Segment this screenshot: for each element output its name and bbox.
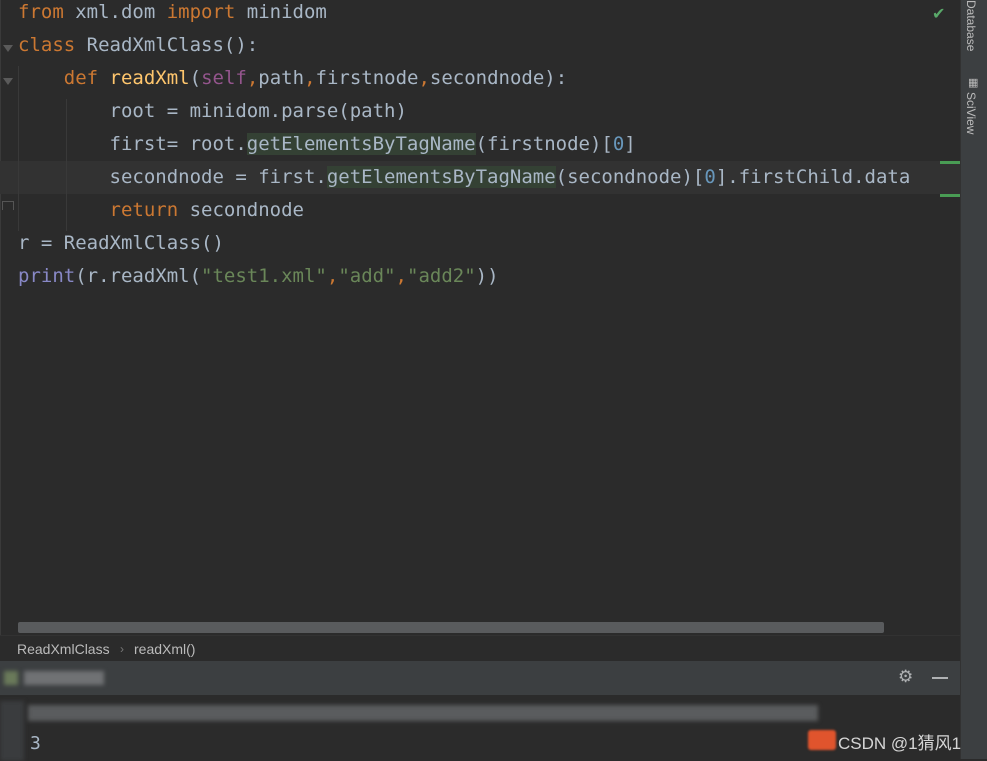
- run-header: ⚙: [0, 661, 960, 695]
- code-line[interactable]: from xml.dom import minidom: [0, 0, 960, 29]
- code-line-text: r = ReadXmlClass(): [18, 227, 224, 260]
- code-token: ,: [395, 265, 407, 287]
- code-token: ,: [326, 265, 339, 287]
- breadcrumb: ReadXmlClass › readXml(): [0, 635, 960, 662]
- code-line-text: print(r.readXml("test1.xml","add","add2"…: [18, 260, 499, 293]
- indent-guide: [18, 66, 19, 231]
- code-token: (r.readXml(: [75, 265, 202, 287]
- tab-sciview[interactable]: SciView: [964, 92, 978, 134]
- code-token: ,: [246, 67, 259, 89]
- code-token: getElementsByTagName: [326, 166, 556, 188]
- code-token: "test1.xml": [201, 265, 327, 287]
- code-token: secondnode: [178, 199, 304, 221]
- code-token: class: [18, 34, 76, 56]
- code-line-text: secondnode = first.getElementsByTagName(…: [18, 161, 910, 194]
- tab-database[interactable]: Database: [964, 0, 978, 51]
- csdn-logo: [808, 730, 836, 750]
- code-token: self: [201, 67, 247, 89]
- run-tab-label[interactable]: [24, 671, 104, 685]
- code-token: root = minidom.parse(path): [18, 100, 407, 122]
- fold-end-icon[interactable]: [2, 201, 14, 210]
- code-token: (firstnode)[: [475, 133, 613, 155]
- code-token: minidom: [235, 1, 327, 23]
- code-line[interactable]: class ReadXmlClass():: [0, 29, 960, 62]
- right-tool-window-bar: Database ▦ SciView: [960, 0, 987, 759]
- change-marker: [940, 161, 960, 164]
- code-token: ReadXmlClass():: [75, 34, 259, 56]
- code-line[interactable]: first= root.getElementsByTagName(firstno…: [0, 128, 960, 161]
- code-token: return: [109, 199, 179, 221]
- fold-class-icon[interactable]: [3, 45, 13, 52]
- grid-icon: ▦: [968, 76, 979, 89]
- code-token: ,: [418, 67, 430, 89]
- checkmark-icon: ✔: [932, 4, 946, 23]
- change-marker: [940, 194, 960, 197]
- minimize-icon[interactable]: [932, 677, 948, 679]
- code-editor[interactable]: from xml.dom import minidom class ReadXml…: [0, 0, 960, 635]
- code-token: print: [18, 265, 76, 287]
- breadcrumb-separator: ›: [120, 642, 124, 656]
- watermark: CSDN @1猜风1: [808, 726, 980, 754]
- code-token: import: [166, 1, 236, 23]
- code-token: firstnode: [315, 67, 419, 89]
- watermark-text: CSDN @1猜风1: [838, 734, 962, 753]
- code-line[interactable]: return secondnode: [0, 194, 960, 227]
- code-line[interactable]: def readXml(self,path,firstnode,secondno…: [0, 62, 960, 95]
- run-toolbar: [0, 701, 24, 761]
- code-token: 0: [612, 133, 625, 155]
- code-line-text: root = minidom.parse(path): [18, 95, 407, 128]
- gear-icon[interactable]: ⚙: [898, 667, 913, 687]
- code-line[interactable]: secondnode = first.getElementsByTagName(…: [0, 161, 960, 194]
- code-token: "add2": [407, 265, 476, 287]
- code-token: (secondnode)[: [555, 166, 705, 188]
- code-token: xml.dom: [63, 1, 167, 23]
- console-output: 3: [30, 733, 41, 754]
- code-token: secondnode):: [429, 67, 568, 89]
- code-token: secondnode = first.: [18, 166, 327, 188]
- code-token: )): [475, 265, 499, 287]
- code-line-text: class ReadXmlClass():: [18, 29, 258, 62]
- code-line[interactable]: print(r.readXml("test1.xml","add","add2"…: [0, 260, 960, 293]
- code-token: from: [18, 1, 64, 23]
- run-command-line: [28, 705, 818, 721]
- code-line[interactable]: root = minidom.parse(path): [0, 95, 960, 128]
- code-token: ].firstChild.data: [715, 166, 911, 188]
- horizontal-scrollbar[interactable]: [18, 622, 884, 633]
- indent-guide: [66, 99, 67, 231]
- code-token: path: [258, 67, 305, 89]
- code-token: ,: [304, 67, 316, 89]
- code-line[interactable]: r = ReadXmlClass(): [0, 227, 960, 260]
- code-token: (: [189, 67, 202, 89]
- code-token: r = ReadXmlClass(): [18, 232, 224, 254]
- breadcrumb-item-class[interactable]: ReadXmlClass: [17, 636, 110, 662]
- breadcrumb-item-method[interactable]: readXml(): [134, 636, 195, 662]
- code-line-text: return secondnode: [18, 194, 304, 227]
- run-tab-icon: [4, 671, 18, 685]
- code-token: "add": [338, 265, 396, 287]
- code-token: def: [63, 67, 99, 89]
- code-token: first= root.: [18, 133, 247, 155]
- code-line-text: from xml.dom import minidom: [18, 0, 327, 29]
- fold-def-icon[interactable]: [3, 78, 13, 85]
- code-token: getElementsByTagName: [246, 133, 476, 155]
- code-line-text: first= root.getElementsByTagName(firstno…: [18, 128, 636, 161]
- code-token: ]: [624, 133, 636, 155]
- code-token: readXml: [109, 67, 190, 89]
- code-token: 0: [704, 166, 716, 188]
- code-line-text: def readXml(self,path,firstnode,secondno…: [18, 62, 567, 95]
